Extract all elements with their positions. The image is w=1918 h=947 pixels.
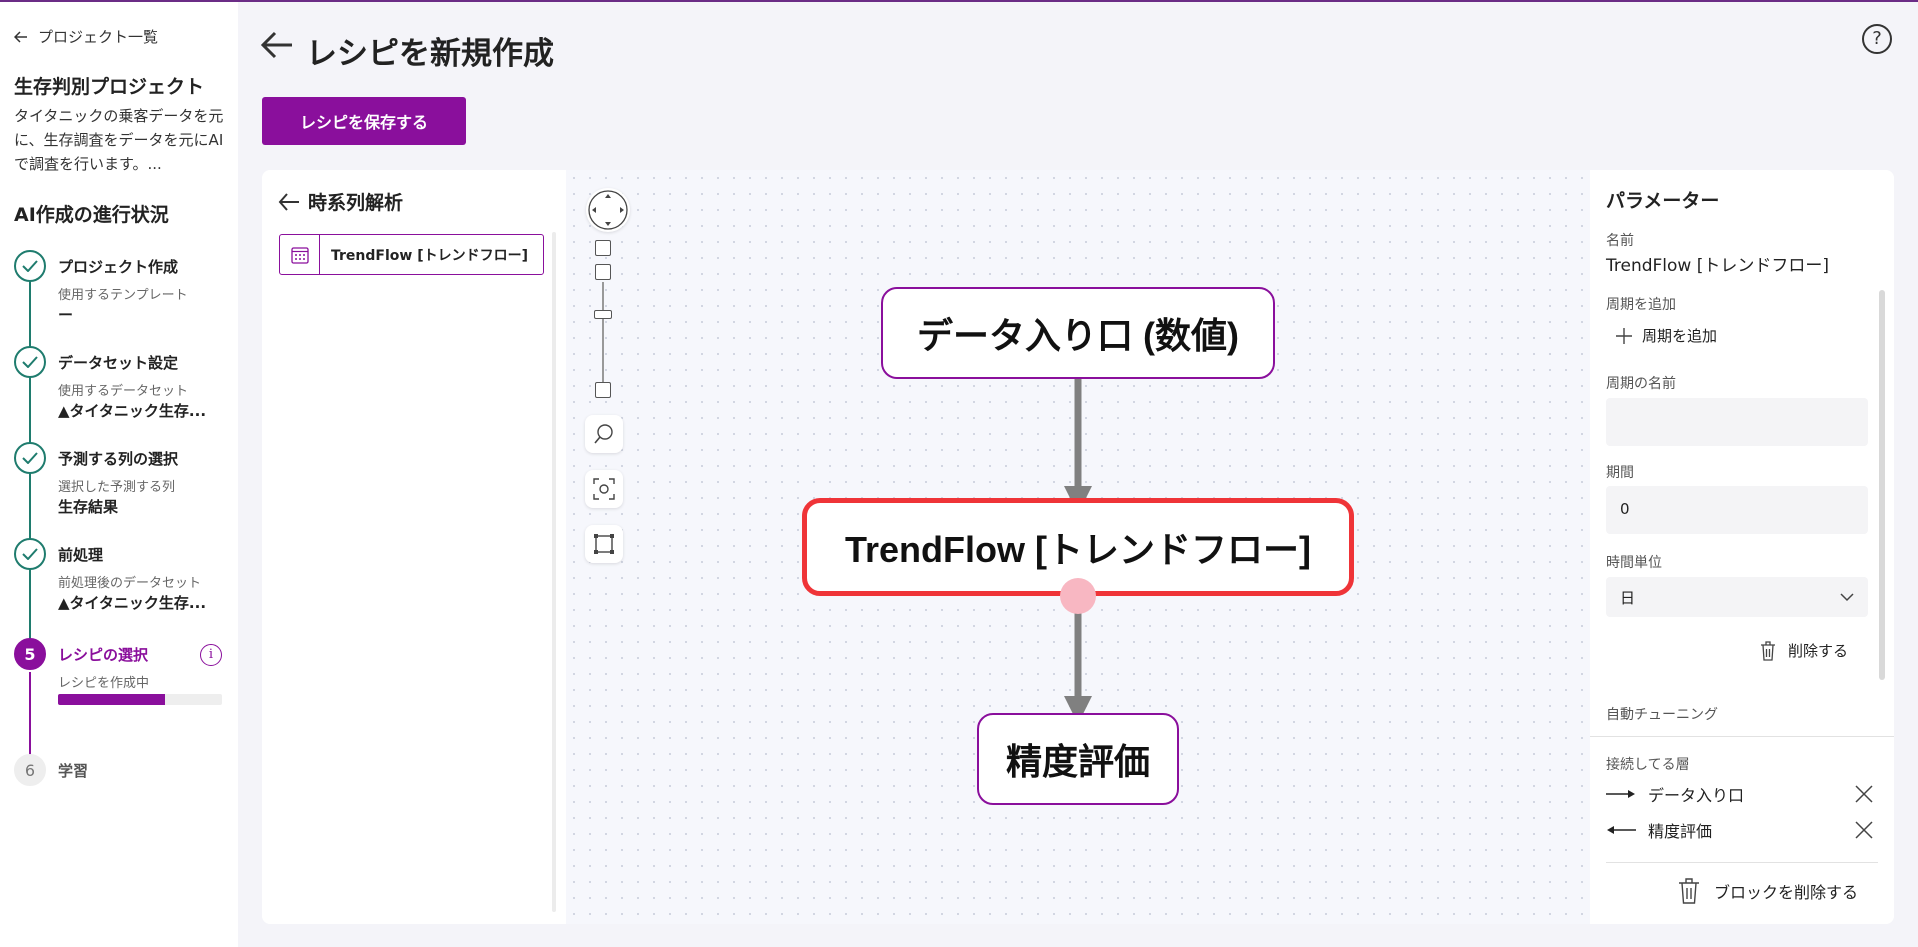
step-sub: 前処理後のデータセット [58, 576, 202, 591]
arrow-left-icon [1607, 826, 1636, 834]
save-recipe-button[interactable]: レシピを保存する [262, 97, 466, 145]
trash-icon [1679, 878, 1699, 904]
name-label: 名前 [1606, 233, 1634, 249]
connection-label: データ入り口 [1648, 786, 1745, 805]
node-data-input[interactable]: データ入り口 (数値) [881, 287, 1275, 379]
progress-title: AI作成の進行状況 [14, 204, 169, 226]
connection-label: 精度評価 [1648, 822, 1713, 841]
recipe-progress-fill [58, 694, 165, 705]
step-name: 学習 [58, 762, 89, 780]
step-dataset: データセット設定 使用するデータセット ▲タイタニック生存... [14, 346, 229, 436]
category-back-button[interactable]: 時系列解析 [278, 188, 403, 215]
page-back-button[interactable] [260, 30, 294, 64]
trash-icon [1761, 640, 1775, 661]
back-to-projects-link[interactable]: プロジェクト一覧 [14, 26, 158, 47]
add-period-button[interactable]: 周期を追加 [1616, 325, 1717, 346]
time-unit-select[interactable]: 日 [1606, 577, 1868, 617]
node-accuracy-eval[interactable]: 精度評価 [977, 713, 1179, 805]
check-icon [14, 250, 46, 282]
step-sub: 選択した予測する列 [58, 480, 176, 495]
step-project-create: プロジェクト作成 使用するテンプレート ー [14, 250, 229, 340]
info-icon[interactable]: i [200, 644, 222, 666]
step-name: 前処理 [58, 546, 104, 564]
step-name: レシピの選択 [58, 646, 149, 664]
step-preprocess: 前処理 前処理後のデータセット ▲タイタニック生存... [14, 538, 229, 628]
block-item-label: TrendFlow [トレンドフロー] [331, 247, 528, 264]
step-number: 5 [14, 638, 46, 670]
step-sub: 使用するテンプレート [58, 288, 188, 303]
check-icon [14, 346, 46, 378]
arrow-left-icon [278, 192, 299, 211]
step-sub: 使用するデータセット [58, 384, 189, 399]
delete-block-button[interactable]: ブロックを削除する [1678, 878, 1858, 904]
divider [1590, 736, 1894, 737]
project-title: 生存判別プロジェクト [14, 76, 205, 98]
project-description: タイタニックの乗客データを元に、生存調査をデータを元にAIで調査を行います。..… [14, 107, 224, 173]
top-accent-line [0, 0, 1918, 2]
parameters-panel: パラメーター 名前 TrendFlow [トレンドフロー] 周期を追加 周期を追… [1590, 170, 1894, 924]
step-value: ▲タイタニック生存... [58, 594, 207, 612]
check-icon [14, 442, 46, 474]
connected-layers-label: 接続してる層 [1606, 757, 1690, 773]
arrow-left-icon [14, 30, 27, 43]
arrow-left-icon [260, 31, 292, 59]
params-scrollbar[interactable] [1879, 290, 1885, 680]
block-list-panel: 時系列解析 TrendFlow [トレンドフロー] [262, 170, 566, 924]
step-name: プロジェクト作成 [58, 258, 179, 276]
arrow-right-icon [1606, 790, 1635, 798]
page-title: レシピを新規作成 [306, 36, 554, 72]
period-name-label: 周期の名前 [1606, 376, 1676, 392]
recipe-progress-bar [58, 694, 222, 705]
time-unit-label: 時間単位 [1606, 555, 1662, 571]
block-item-trendflow[interactable]: TrendFlow [トレンドフロー] [279, 234, 544, 275]
divider [1606, 862, 1878, 863]
recipe-canvas[interactable]: データ入り口 (数値) TrendFlow [トレンドフロー] 精度評価 [566, 170, 1590, 924]
connection-row: 精度評価 [1606, 818, 1874, 842]
sidebar: プロジェクト一覧 生存判別プロジェクト タイタニックの乗客データを元に、生存調査… [0, 2, 238, 947]
step-value: ▲タイタニック生存... [58, 402, 207, 420]
duration-label: 期間 [1606, 465, 1634, 481]
category-title: 時系列解析 [308, 192, 404, 214]
plus-icon [1616, 327, 1632, 344]
delete-period-button[interactable]: 削除する [1760, 640, 1848, 661]
step-name: 予測する列の選択 [58, 450, 179, 468]
add-period-label: 周期を追加 [1606, 297, 1676, 313]
params-title: パラメーター [1606, 190, 1720, 212]
step-number: 6 [14, 754, 46, 786]
auto-tuning-label: 自動チューニング [1606, 707, 1718, 723]
back-link-label: プロジェクト一覧 [38, 28, 159, 46]
period-name-input[interactable] [1606, 398, 1868, 446]
step-target-column: 予測する列の選択 選択した予測する列 生存結果 [14, 442, 229, 532]
delete-period-label: 削除する [1788, 642, 1849, 660]
close-icon[interactable] [1854, 784, 1874, 804]
close-icon[interactable] [1854, 820, 1874, 840]
step-name: データセット設定 [58, 354, 179, 372]
add-period-button-label: 周期を追加 [1642, 327, 1718, 345]
connection-row: データ入り口 [1606, 782, 1874, 806]
block-list-scrollbar[interactable] [552, 232, 556, 912]
chevron-down-icon [1840, 592, 1854, 601]
check-icon [14, 538, 46, 570]
name-value: TrendFlow [トレンドフロー] [1606, 256, 1830, 276]
time-unit-value: 日 [1620, 588, 1636, 607]
step-sub: レシピを作成中 [58, 676, 150, 691]
delete-block-label: ブロックを削除する [1714, 883, 1859, 902]
connection-handle[interactable] [1060, 578, 1096, 614]
help-icon[interactable]: ? [1862, 24, 1892, 54]
duration-input[interactable]: 0 [1606, 486, 1868, 534]
step-value: 生存結果 [58, 498, 119, 516]
step-recipe-select: 5 レシピの選択 i レシピを作成中 [14, 638, 229, 718]
step-value: ー [58, 306, 74, 324]
step-training: 6 学習 [14, 754, 229, 794]
calendar-grid-icon [280, 235, 320, 274]
